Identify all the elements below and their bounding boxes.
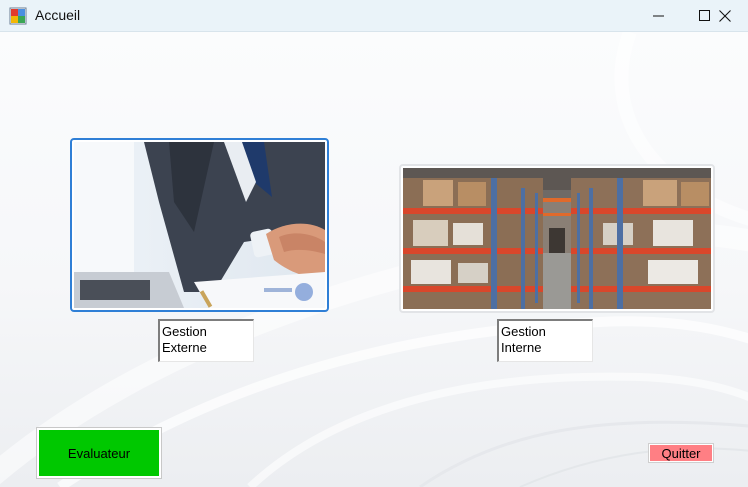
minimize-button[interactable]	[636, 0, 682, 32]
form-client-area: Gestion Externe Gestion Interne Evaluate…	[0, 32, 748, 487]
quitter-button[interactable]: Quitter	[648, 443, 714, 463]
gestion-interne-picture[interactable]	[399, 164, 715, 313]
quitter-button-label: Quitter	[661, 445, 701, 461]
gestion-interne-label: Gestion Interne	[497, 319, 593, 362]
evaluateur-button-label: Evaluateur	[67, 445, 131, 461]
window-title: Accueil	[35, 7, 81, 23]
warehouse-photo	[403, 168, 711, 309]
handshake-photo	[74, 142, 325, 308]
close-button[interactable]	[702, 0, 748, 32]
gestion-interne-label-line2: Interne	[501, 340, 542, 355]
gestion-interne-label-line1: Gestion	[501, 324, 546, 339]
close-icon	[719, 10, 731, 22]
title-bar: Accueil	[0, 0, 748, 32]
gestion-externe-label: Gestion Externe	[158, 319, 254, 362]
gestion-externe-picture[interactable]	[70, 138, 329, 312]
minimize-icon	[653, 15, 664, 17]
gestion-externe-label-line1: Gestion	[162, 324, 207, 339]
form-app-icon	[9, 7, 27, 25]
evaluateur-button[interactable]: Evaluateur	[36, 427, 162, 479]
gestion-externe-label-line2: Externe	[162, 340, 207, 355]
